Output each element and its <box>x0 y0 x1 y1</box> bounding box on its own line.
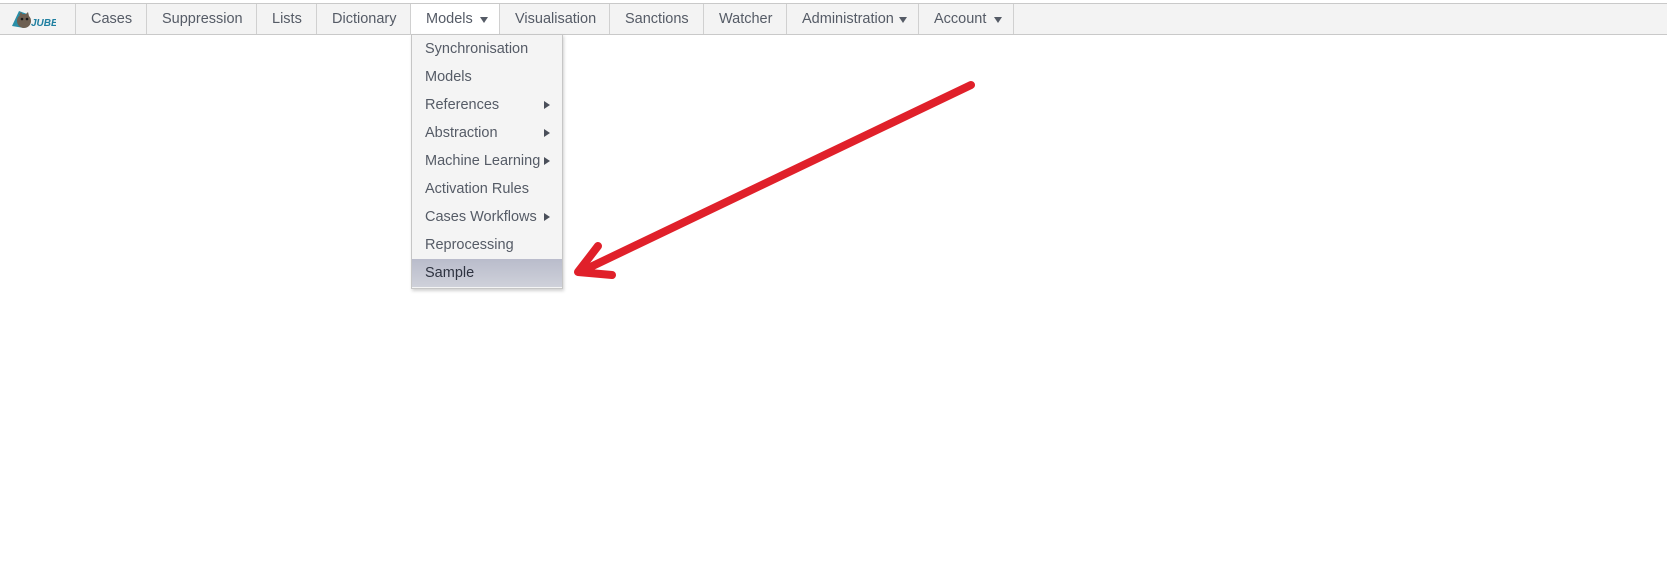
nav-dictionary-label: Dictionary <box>332 11 397 27</box>
chevron-right-icon <box>544 129 550 137</box>
jube-logo-icon: JUBE <box>12 11 58 29</box>
menu-item-references[interactable]: References <box>412 91 562 119</box>
menu-item-label: Activation Rules <box>425 181 529 197</box>
nav-models[interactable]: Models <box>410 4 500 35</box>
menu-item-label: Reprocessing <box>425 237 514 253</box>
jube-logo[interactable]: JUBE <box>10 8 58 30</box>
menu-item-label: Machine Learning <box>425 153 541 169</box>
chevron-right-icon <box>544 157 550 165</box>
nav-administration[interactable]: Administration <box>786 4 919 34</box>
menu-item-label: Synchronisation <box>425 41 529 57</box>
menu-item-label: References <box>425 97 500 113</box>
menu-item-label: Abstraction <box>425 125 498 141</box>
chevron-down-icon <box>994 17 1002 23</box>
menu-item-activation-rules[interactable]: Activation Rules <box>412 175 562 203</box>
nav-watcher[interactable]: Watcher <box>703 4 787 34</box>
menu-item-label: Sample <box>425 265 475 281</box>
menu-item-label: Cases Workflows <box>425 209 537 225</box>
nav-visualisation-label: Visualisation <box>515 11 597 27</box>
chevron-right-icon <box>544 101 550 109</box>
annotation-arrow <box>574 81 975 279</box>
nav-models-label: Models <box>426 11 473 27</box>
nav-suppression[interactable]: Suppression <box>146 4 257 34</box>
nav-watcher-label: Watcher <box>719 11 773 27</box>
arrow-shaft <box>576 81 975 276</box>
menu-item-reprocessing[interactable]: Reprocessing <box>412 231 562 259</box>
nav-cases[interactable]: Cases <box>75 4 147 34</box>
nav-cases-label: Cases <box>91 11 133 27</box>
page: JUBE Cases Suppression Lists Dictionary … <box>0 0 1667 562</box>
menu-item-cases-workflows[interactable]: Cases Workflows <box>412 203 562 231</box>
menu-item-models[interactable]: Models <box>412 63 562 91</box>
menu-item-synchronisation[interactable]: Synchronisation <box>412 35 562 63</box>
nav-suppression-label: Suppression <box>162 11 243 27</box>
chevron-down-icon <box>480 17 488 23</box>
menu-item-sample[interactable]: Sample <box>412 259 562 287</box>
menu-item-machine-learning[interactable]: Machine Learning <box>412 147 562 175</box>
nav-dictionary[interactable]: Dictionary <box>316 4 411 34</box>
nav-administration-label: Administration <box>802 11 894 27</box>
nav-visualisation[interactable]: Visualisation <box>499 4 610 34</box>
nav-sanctions-label: Sanctions <box>625 11 689 27</box>
models-dropdown-menu: Synchronisation Models References Abstra… <box>411 34 563 289</box>
nav-sanctions[interactable]: Sanctions <box>609 4 704 34</box>
logo-text: JUBE <box>31 18 56 29</box>
chevron-down-icon <box>899 17 907 23</box>
menu-item-label: Models <box>425 69 472 85</box>
nav-account-label: Account <box>934 11 987 27</box>
arrow-head <box>574 242 616 279</box>
nav-lists[interactable]: Lists <box>256 4 317 34</box>
nav-lists-label: Lists <box>272 11 302 27</box>
chevron-right-icon <box>544 213 550 221</box>
menu-item-abstraction[interactable]: Abstraction <box>412 119 562 147</box>
top-navbar: JUBE Cases Suppression Lists Dictionary … <box>0 3 1667 35</box>
nav-account[interactable]: Account <box>918 4 1014 34</box>
